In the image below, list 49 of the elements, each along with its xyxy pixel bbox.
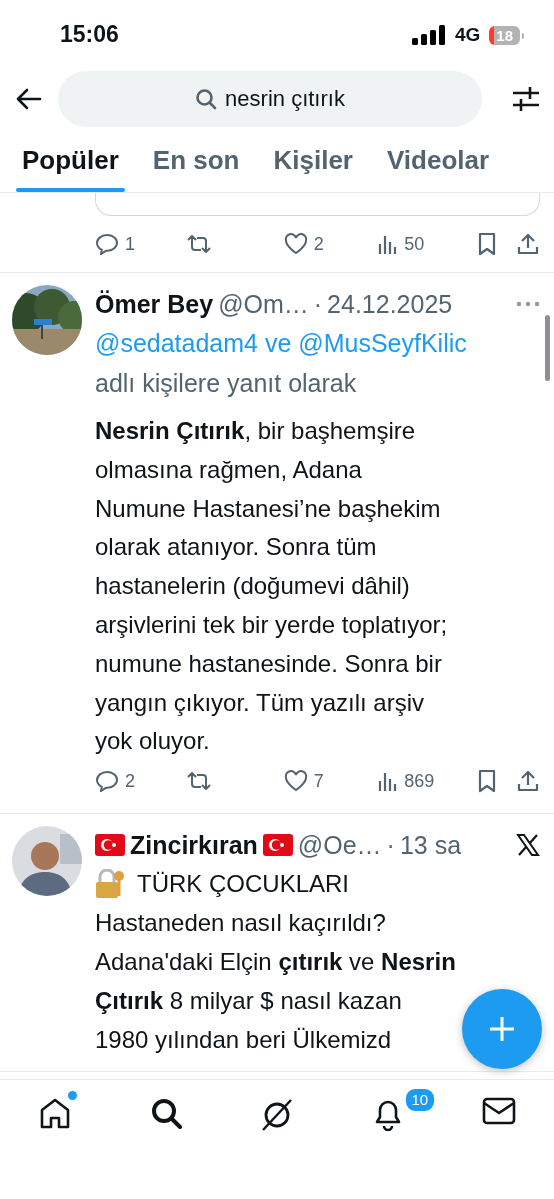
mail-icon[interactable]: [481, 1097, 516, 1125]
network-label: 4G: [454, 24, 481, 46]
separator-dot: ·: [313, 289, 323, 319]
reply-icon[interactable]: [95, 770, 119, 793]
slashed-circle-icon[interactable]: [259, 1097, 295, 1133]
repost-icon[interactable]: [185, 233, 212, 255]
tab[interactable]: En son: [146, 128, 246, 192]
action-count: 2: [313, 233, 324, 255]
more-icon[interactable]: [516, 301, 540, 307]
plus-icon: [489, 1016, 515, 1042]
action-count: 1: [125, 233, 135, 255]
signal-icon: [411, 25, 446, 45]
post-time: 13 sa: [399, 830, 462, 860]
bookmark-icon[interactable]: [476, 232, 497, 256]
search-field[interactable]: nesrin çıtırık: [58, 71, 482, 127]
filter-icon[interactable]: [512, 86, 540, 112]
action-count: 50: [404, 233, 425, 255]
heart-icon[interactable]: [283, 233, 308, 255]
share-icon[interactable]: [516, 769, 540, 794]
post-text: Nesrin Çıtırık, bir başhemşire olmasına rağmen, Adana Numune Hastanesi’ne başhekim olarak atanıyor. Sonra tüm hastanelerin (doğumevi dâhil) arşivlerini tek bir yerde toplatıyor; numune hastanesinde. Sonra bir yangın çıkıyor. Tüm yazılı arşiv yok oluyor.: [95, 416, 448, 757]
search-icon: [195, 88, 218, 110]
heart-icon[interactable]: [283, 770, 308, 793]
reply-context: adlı kişilere yanıt olarak: [95, 368, 358, 399]
post-time: 24.12.2025: [327, 289, 453, 319]
author-handle: @Oe…: [297, 830, 382, 860]
action-count: 2: [125, 770, 135, 792]
status-time: 15:06: [60, 20, 119, 48]
tab[interactable]: Kişiler: [267, 128, 359, 192]
scroll-bar[interactable]: [545, 315, 550, 381]
author-name[interactable]: Zincirkıran: [130, 830, 258, 860]
share-icon[interactable]: [516, 232, 540, 256]
author-handle: @Om…: [218, 289, 309, 319]
author-name[interactable]: Ömer Bey: [95, 289, 214, 319]
tab[interactable]: Popüler: [16, 128, 125, 192]
separator-dot: ·: [386, 830, 395, 860]
bookmark-icon[interactable]: [476, 769, 497, 794]
action-count: 7: [313, 770, 324, 792]
back-icon[interactable]: [16, 88, 42, 110]
views-icon[interactable]: [378, 233, 399, 255]
tab[interactable]: Videolar: [380, 128, 496, 192]
reply-icon[interactable]: [95, 233, 119, 255]
views-icon[interactable]: [378, 770, 399, 793]
search-icon[interactable]: [150, 1097, 183, 1129]
repost-icon[interactable]: [185, 770, 212, 793]
post-text: Hastaneden nasıl kaçırıldı? Adana'daki Elçin çıtırık ve Nesrin Çıtırık 8 milyar $ nasıl kazan 1980 yılından beri Ülkemizd: [95, 908, 456, 1055]
post-text: TÜRK ÇOCUKLARI: [137, 870, 350, 899]
notification-count: 10: [403, 1087, 436, 1113]
compose-button[interactable]: [462, 989, 542, 1069]
action-count: 869: [404, 770, 435, 792]
